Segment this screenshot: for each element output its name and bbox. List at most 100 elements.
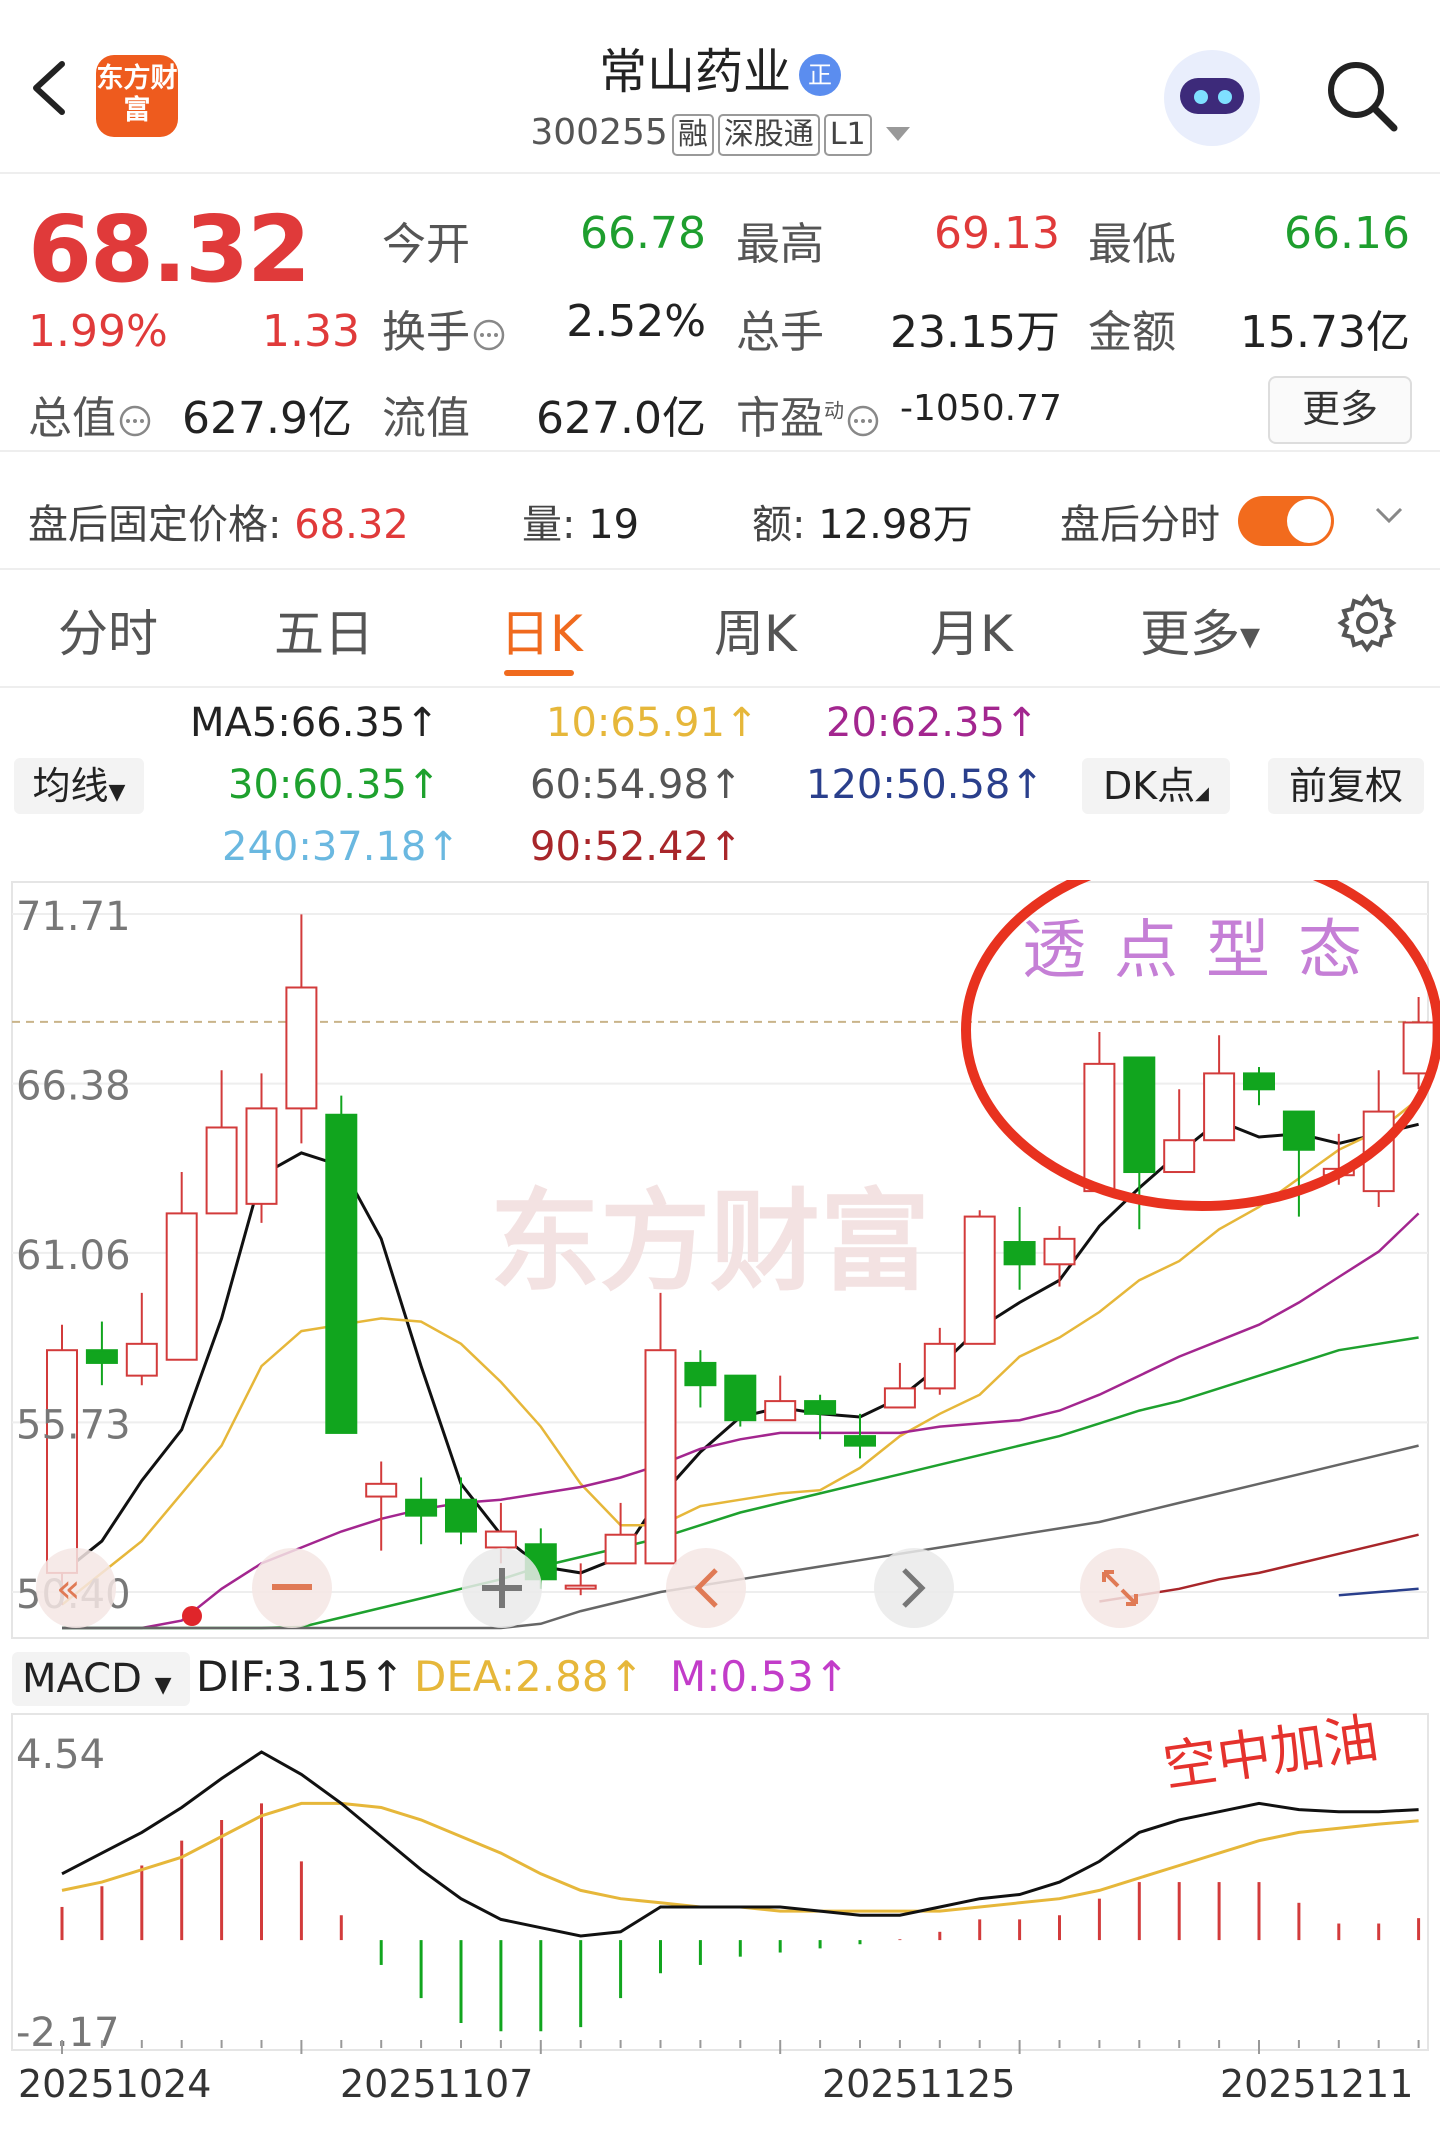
candle[interactable] [764,1375,797,1422]
candle[interactable] [85,1321,118,1386]
ma20-label: 20:62.35↑ [826,700,1039,746]
tab-more[interactable]: 更多▼ [1140,594,1260,666]
macd-dea-label: DEA:2.88↑ [414,1652,644,1701]
tab-intraday[interactable]: 分时 [58,594,158,666]
float-label: 流值 [382,393,470,444]
chevron-down-icon[interactable] [1374,500,1404,530]
candle[interactable] [644,1292,677,1565]
amount-value: 15.73亿 [1240,307,1410,358]
ma10-label: 10:65.91↑ [546,700,759,746]
svg-text:«: « [56,1566,80,1612]
search-icon[interactable] [1322,56,1402,136]
candlestick-chart[interactable]: 东方财富 71.7166.3861.0655.7350.40 透点型态 « [0,880,1440,1640]
candle[interactable] [165,1172,198,1361]
candle[interactable] [1043,1226,1076,1287]
zoom-in-button[interactable] [462,1548,542,1628]
info-icon[interactable] [118,404,152,438]
pe-label: 市盈动 [736,382,880,446]
last-price: 68.32 [28,196,311,303]
y-tick-label: 55.73 [16,1402,131,1448]
candle[interactable] [445,1477,477,1545]
after-hours-toggle[interactable] [1238,496,1334,546]
dk-point-selector[interactable]: DK点◢ [1082,758,1230,814]
indicator-selector[interactable]: MACD ▼ [12,1652,190,1706]
dea-line [61,1801,1419,1913]
turnover-value: 2.52% [566,296,706,347]
fullscreen-icon[interactable] [1080,1548,1160,1628]
tag-level: L1 [823,114,872,156]
tab-monthly-k[interactable]: 月K [930,594,1013,666]
tag-margin: 融 [671,114,714,156]
after-hours-bar: 盘后固定价格: 68.32 量: 19 额: 12.98万 盘后分时 [0,450,1440,570]
candle[interactable] [365,1461,398,1551]
info-icon[interactable] [472,318,506,352]
after-hours-volume: 量: 19 [522,502,640,548]
rewind-button[interactable]: « [36,1548,116,1628]
adjust-selector[interactable]: 前复权 [1268,758,1424,814]
macd-chart[interactable]: 4.54-2.17 空中加油 [0,1712,1440,2052]
open-label: 今开 [382,219,470,270]
low-value: 66.16 [1284,208,1410,259]
mktcap-label: 总值 [28,382,152,446]
candle[interactable] [1203,1035,1236,1142]
amount-label: 金额 [1088,307,1176,358]
candle[interactable] [405,1477,438,1545]
date-axis-ticks [61,2040,1420,2054]
active-tab-underline [504,670,574,676]
candle[interactable] [1083,1032,1116,1193]
scroll-right-button[interactable] [874,1548,954,1628]
candle[interactable] [844,1413,876,1459]
candle[interactable] [1163,1089,1196,1174]
tab-weekly-k[interactable]: 周K [714,594,797,666]
candle[interactable] [1282,1110,1315,1217]
pe-value: -1050.77 [900,388,1062,429]
ma-selector[interactable]: 均线▼ [14,758,144,814]
candle[interactable] [285,914,318,1144]
turnover-label: 换手 [382,296,506,360]
y-tick-label: 71.71 [16,894,131,940]
tab-five-day[interactable]: 五日 [274,594,374,666]
candle[interactable] [684,1350,717,1408]
candle[interactable] [604,1502,637,1565]
high-value: 69.13 [934,208,1060,259]
volume-label: 总手 [736,307,824,358]
macd-annotation: 空中加油 [1159,1712,1382,1799]
low-label: 最低 [1088,219,1176,270]
open-value: 66.78 [580,208,706,259]
stock-code: 300255 [530,112,668,153]
date-label: 20251107 [340,2062,534,2106]
ma240-label: 240:37.18↑ [222,824,460,870]
zoom-out-button[interactable] [252,1548,332,1628]
macd-dif-label: DIF:3.15↑ [196,1652,405,1701]
candle[interactable] [125,1292,158,1386]
candle[interactable] [963,1210,996,1345]
candle[interactable] [923,1327,956,1395]
candle[interactable] [245,1073,278,1223]
dk-point-marker [182,1606,202,1626]
ma60-label: 60:54.98↑ [530,762,743,808]
info-icon[interactable] [846,404,880,438]
pattern-annotation: 透点型态 [1022,914,1390,988]
candle[interactable] [1003,1207,1036,1290]
candle[interactable] [325,1095,358,1434]
tag-connect: 深股通 [717,114,820,156]
candle[interactable] [1243,1067,1275,1106]
date-label: 20251211 [1220,2062,1414,2106]
after-hours-amount: 额: 12.98万 [752,502,973,548]
date-label: 20251024 [18,2062,212,2106]
ma30-label: 30:60.35↑ [228,762,441,808]
float-value: 627.0亿 [536,393,706,444]
settings-gear-icon[interactable] [1336,592,1398,654]
more-quote-button[interactable]: 更多 [1268,376,1412,444]
top-bar: 东方财富 常山药业正 300255 融深股通 L1 [0,0,1440,174]
chevron-down-icon[interactable] [885,127,910,141]
mktcap-value: 627.9亿 [182,393,352,444]
candle[interactable] [205,1070,238,1215]
candle[interactable] [724,1374,757,1427]
assistant-robot-icon[interactable] [1164,50,1260,146]
stock-name: 常山药业 [598,44,791,100]
candle[interactable] [883,1362,916,1409]
y-tick-label: 61.06 [16,1233,131,1279]
scroll-left-button[interactable] [666,1548,746,1628]
tab-daily-k[interactable]: 日K [500,594,583,666]
